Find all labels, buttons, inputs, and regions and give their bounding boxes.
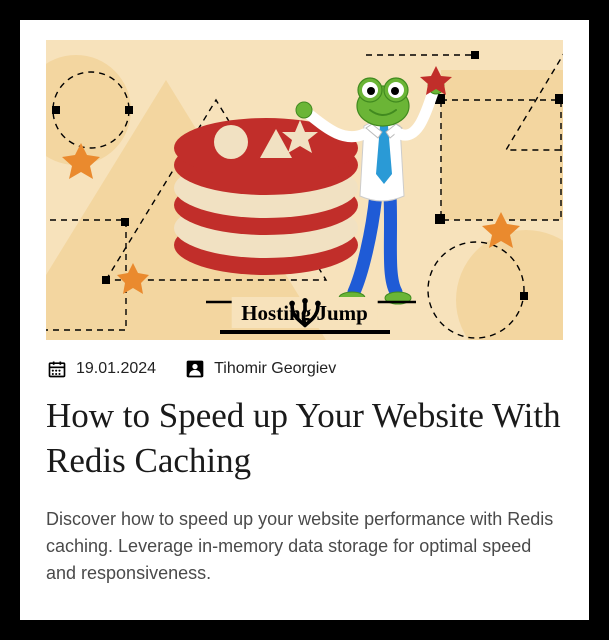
person-icon bbox=[184, 358, 206, 380]
hero-image: Hosting Jump bbox=[46, 40, 563, 340]
post-title: How to Speed up Your Website With Redis … bbox=[46, 394, 563, 484]
brand-badge: Hosting Jump bbox=[231, 297, 378, 328]
frog-foot-icon bbox=[231, 297, 378, 328]
post-excerpt: Discover how to speed up your website pe… bbox=[46, 506, 563, 587]
post-meta: 19.01.2024 Tihomir Georgiev bbox=[46, 358, 563, 380]
article-card: Hosting Jump 19.01.2024 bbox=[20, 20, 589, 620]
meta-date: 19.01.2024 bbox=[46, 358, 156, 380]
hero-svg bbox=[46, 40, 563, 340]
redis-logo bbox=[174, 118, 358, 275]
meta-author: Tihomir Georgiev bbox=[184, 358, 336, 380]
post-author: Tihomir Georgiev bbox=[214, 360, 336, 378]
post-date: 19.01.2024 bbox=[76, 360, 156, 378]
brand-underline bbox=[220, 330, 390, 334]
calendar-icon bbox=[46, 358, 68, 380]
